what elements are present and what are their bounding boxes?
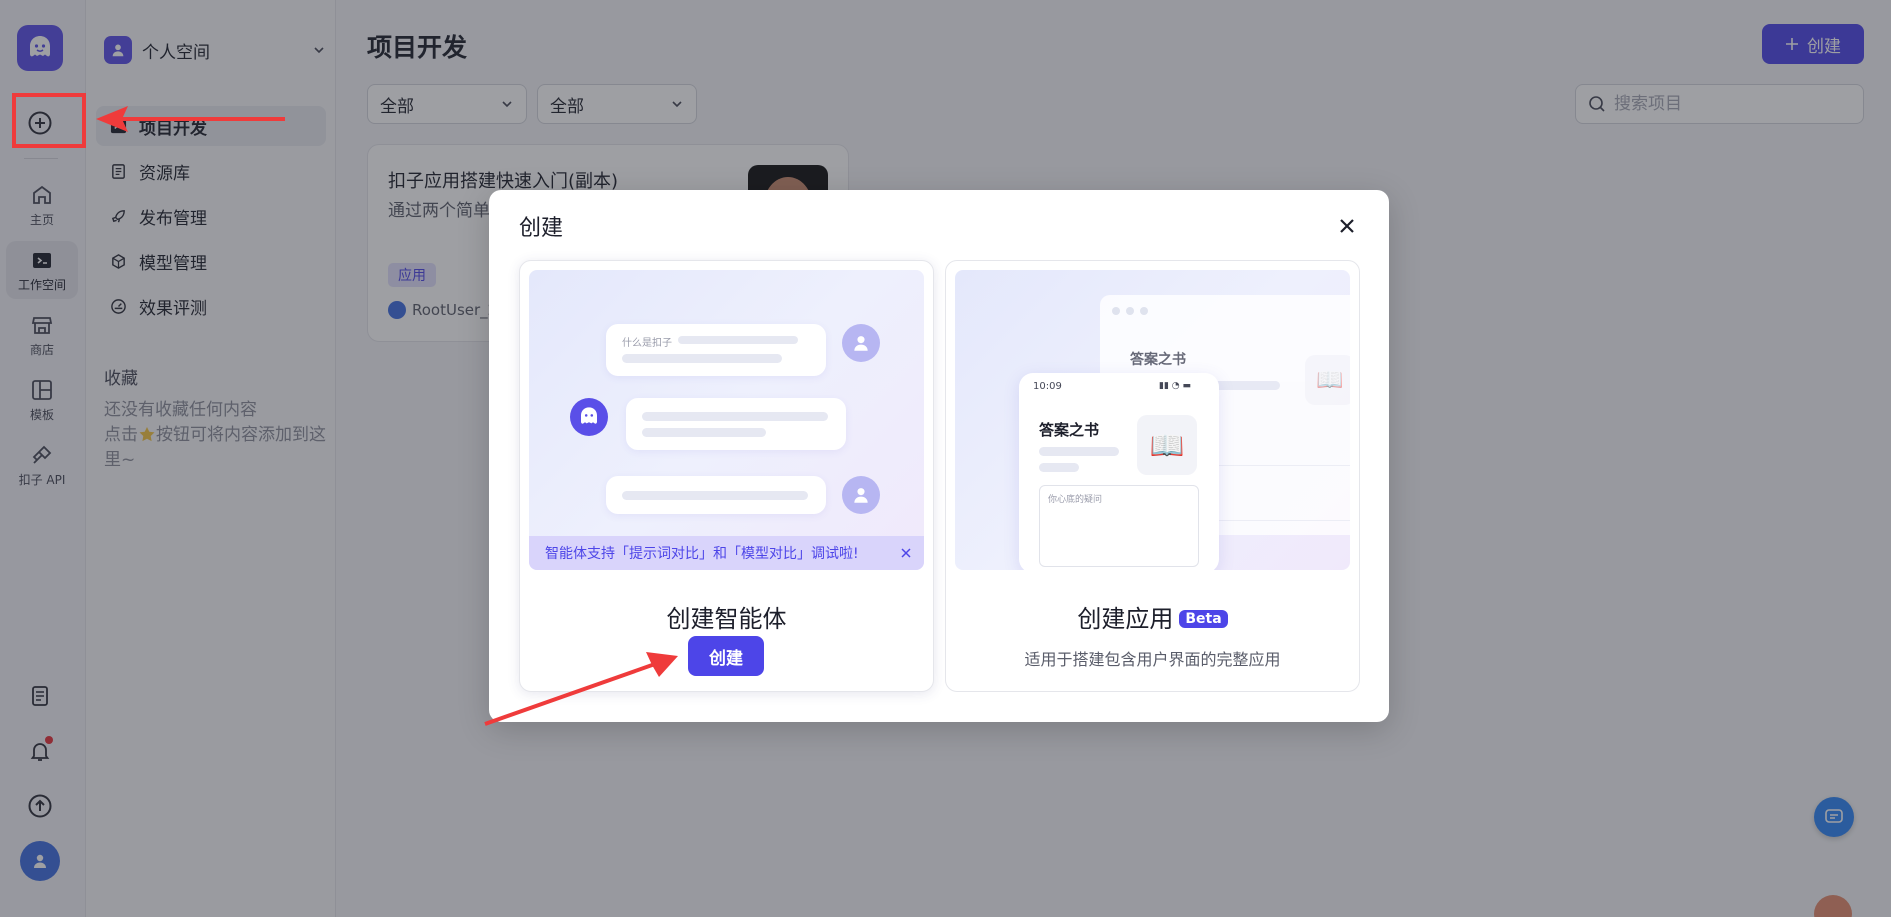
beta-badge: Beta bbox=[1179, 610, 1228, 628]
back-window-title: 答案之书 bbox=[1130, 352, 1186, 368]
phone-status-icons: ▮▮ ◔ ▬ bbox=[1159, 381, 1191, 391]
chat-bubble bbox=[626, 398, 846, 450]
phone-time: 10:09 bbox=[1033, 381, 1062, 392]
book-icon: 📖 bbox=[1305, 355, 1350, 405]
phone-preview: 10:09 ▮▮ ◔ ▬ 答案之书 📖 你心底的疑问 bbox=[1019, 373, 1219, 570]
phone-title: 答案之书 bbox=[1039, 421, 1100, 439]
notice-text: 智能体支持「提示词对比」和「模型对比」调试啦! bbox=[545, 546, 859, 562]
chat-bubble bbox=[606, 476, 826, 514]
app-illustration: 答案之书 📖 10:09 ▮▮ ◔ ▬ 答案之书 📖 你心底的疑问 bbox=[955, 270, 1350, 570]
modal-title: 创建 bbox=[519, 216, 564, 241]
app-option-title-text: 创建应用 bbox=[1077, 605, 1174, 633]
feature-notice: 智能体支持「提示词对比」和「模型对比」调试啦! bbox=[529, 536, 924, 570]
chat-bubble: 什么是扣子 bbox=[606, 324, 826, 376]
app-option-subtitle: 适用于搭建包含用户界面的完整应用 bbox=[1024, 650, 1281, 669]
create-agent-option[interactable]: 什么是扣子 智能体支持「提示词对比」和「模型对比」调试啦! 创建智能体 创建 bbox=[519, 260, 934, 692]
app-option-title: 创建应用 Beta bbox=[946, 599, 1359, 634]
modal-close-button[interactable] bbox=[1333, 212, 1361, 240]
close-icon bbox=[1340, 219, 1354, 233]
bot-avatar-icon bbox=[570, 398, 608, 436]
annotation-highlight-box bbox=[12, 93, 86, 148]
phone-input-preview: 你心底的疑问 bbox=[1039, 485, 1199, 567]
bubble-text: 什么是扣子 bbox=[622, 338, 672, 349]
create-agent-button[interactable]: 创建 bbox=[688, 636, 764, 676]
create-modal: 创建 什么是扣子 智能体支持「提示词对比」和「模型对比」调试啦! 创建智能体 创… bbox=[489, 190, 1389, 722]
create-app-option[interactable]: 答案之书 📖 10:09 ▮▮ ◔ ▬ 答案之书 📖 你心底的疑问 创建应用 Be… bbox=[945, 260, 1360, 692]
user-avatar-icon bbox=[842, 476, 880, 514]
user-avatar-icon bbox=[842, 324, 880, 362]
book-icon: 📖 bbox=[1137, 415, 1197, 475]
agent-illustration: 什么是扣子 智能体支持「提示词对比」和「模型对比」调试啦! bbox=[529, 270, 924, 570]
agent-option-title: 创建智能体 bbox=[666, 605, 787, 633]
close-icon[interactable] bbox=[898, 545, 914, 561]
phone-input-placeholder: 你心底的疑问 bbox=[1048, 495, 1103, 505]
